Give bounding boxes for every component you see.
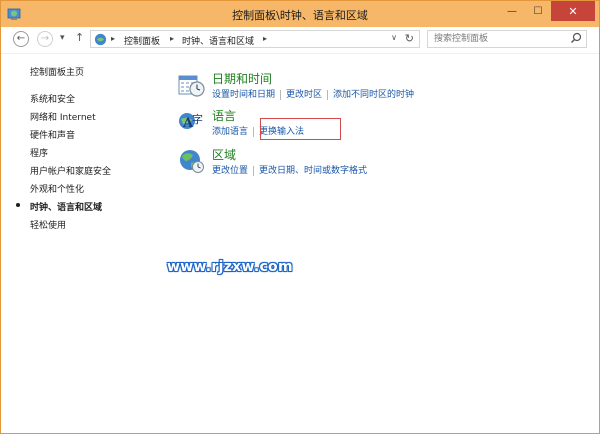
region-links: 更改位置 更改日期、时间或数字格式: [212, 163, 367, 176]
sidebar-item-user-accounts[interactable]: 用户帐户和家庭安全: [30, 164, 111, 177]
change-location-link[interactable]: 更改位置: [212, 166, 248, 176]
minimize-button[interactable]: —: [499, 1, 525, 21]
maximize-button[interactable]: ☐: [525, 1, 551, 21]
category-title-region[interactable]: 区域: [212, 146, 236, 163]
up-arrow-icon[interactable]: ↑: [75, 31, 84, 44]
breadcrumb-separator-icon: ▸: [170, 34, 175, 43]
add-language-link[interactable]: 添加语言: [212, 127, 248, 137]
address-toolbar: ← → ▾ ↑ ▸ 控制面板 ▸ 时钟、语言和区域 ▸ ∨ ↻: [1, 27, 599, 54]
refresh-icon[interactable]: ↻: [405, 32, 414, 45]
breadcrumb-separator-icon: ▸: [263, 34, 268, 43]
sidebar-item-system-security[interactable]: 系统和安全: [30, 92, 75, 105]
watermark-text: www.rjzxw.com: [167, 259, 293, 275]
active-bullet-icon: [16, 203, 20, 207]
address-box[interactable]: ▸ 控制面板 ▸ 时钟、语言和区域 ▸ ∨ ↻: [90, 30, 420, 48]
control-panel-breadcrumb-icon: [94, 33, 107, 46]
highlight-box: [260, 118, 341, 140]
back-arrow-icon: ←: [16, 33, 26, 44]
window-controls: — ☐ ✕: [499, 1, 595, 21]
category-title-language[interactable]: 语言: [212, 107, 236, 124]
sidebar-item-control-panel-home[interactable]: 控制面板主页: [30, 65, 84, 78]
sidebar-item-network-internet[interactable]: 网络和 Internet: [30, 110, 96, 123]
language-icon[interactable]: A 字: [177, 107, 205, 135]
change-time-zone-link[interactable]: 更改时区: [286, 90, 322, 100]
sidebar-item-programs[interactable]: 程序: [30, 146, 48, 159]
svg-text:字: 字: [192, 112, 203, 126]
recent-locations-icon[interactable]: ▾: [60, 33, 65, 43]
sidebar-item-hardware-sound[interactable]: 硬件和声音: [30, 128, 75, 141]
breadcrumb-separator-icon: ▸: [111, 34, 116, 43]
control-panel-window: 控制面板\时钟、语言和区域 — ☐ ✕ ← → ▾ ↑ ▸ 控制面板 ▸ 时钟、…: [0, 0, 600, 434]
forward-button[interactable]: →: [37, 31, 53, 47]
clock-calendar-icon[interactable]: [177, 70, 205, 98]
search-box[interactable]: [427, 30, 587, 48]
breadcrumb-control-panel[interactable]: 控制面板: [124, 34, 160, 47]
search-icon[interactable]: [570, 32, 582, 44]
sidebar-item-ease-of-access[interactable]: 轻松使用: [30, 218, 66, 231]
link-divider: [253, 165, 255, 176]
close-button[interactable]: ✕: [551, 1, 595, 21]
change-date-time-number-format-link[interactable]: 更改日期、时间或数字格式: [259, 166, 367, 176]
sidebar-item-clock-language-region[interactable]: 时钟、语言和区域: [30, 200, 102, 213]
back-button[interactable]: ←: [13, 31, 29, 47]
link-divider: [253, 126, 255, 137]
link-divider: [327, 89, 329, 100]
globe-clock-icon[interactable]: [177, 146, 205, 174]
title-bar[interactable]: 控制面板\时钟、语言和区域 — ☐ ✕: [1, 1, 599, 27]
category-title-date-time[interactable]: 日期和时间: [212, 70, 272, 87]
address-dropdown-icon[interactable]: ∨: [391, 33, 397, 42]
link-divider: [280, 89, 282, 100]
breadcrumb-clock-language-region[interactable]: 时钟、语言和区域: [182, 34, 254, 47]
search-input[interactable]: [434, 33, 559, 45]
add-clocks-link[interactable]: 添加不同时区的时钟: [333, 90, 414, 100]
sidebar-item-appearance[interactable]: 外观和个性化: [30, 182, 84, 195]
date-time-links: 设置时间和日期 更改时区 添加不同时区的时钟: [212, 87, 414, 100]
set-time-date-link[interactable]: 设置时间和日期: [212, 90, 275, 100]
forward-arrow-icon: →: [40, 33, 50, 44]
